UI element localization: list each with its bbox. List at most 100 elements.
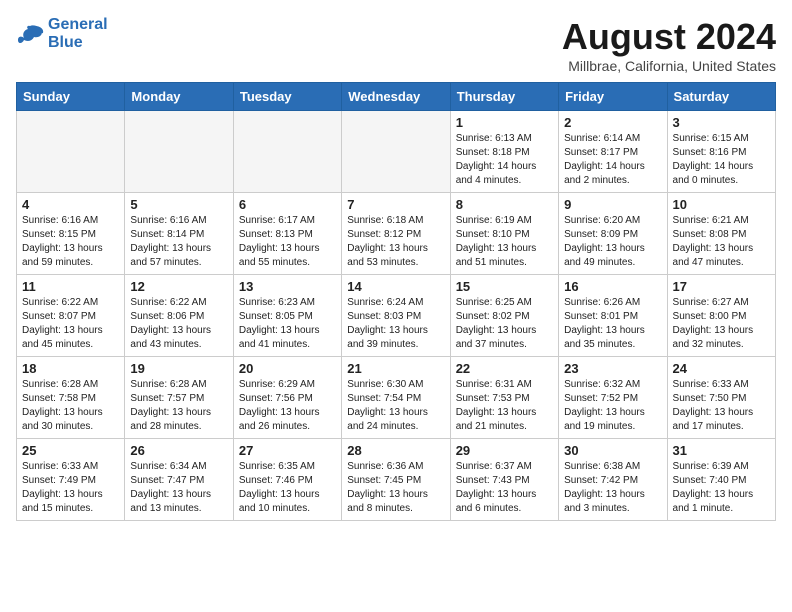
calendar-cell: [125, 111, 233, 193]
calendar-cell: 14Sunrise: 6:24 AM Sunset: 8:03 PM Dayli…: [342, 275, 450, 357]
calendar-week-row: 18 Sunrise: 6:28 AM Sunset: 7:58 PM Dayli…: [17, 357, 776, 439]
calendar-cell: 19Sunrise: 6:28 AM Sunset: 7:57 PM Dayli…: [125, 357, 233, 439]
calendar-cell: 18 Sunrise: 6:28 AM Sunset: 7:58 PM Dayli…: [17, 357, 125, 439]
day-info: Sunrise: 6:22 AM Sunset: 8:07 PM Dayligh…: [22, 296, 119, 352]
day-info: Sunrise: 6:36 AM Sunset: 7:45 PM Dayligh…: [347, 460, 444, 516]
day-info: Sunrise: 6:28 AM Sunset: 7:58 PM Dayligh…: [22, 378, 119, 434]
day-info: Sunrise: 6:24 AM Sunset: 8:03 PM Dayligh…: [347, 296, 444, 352]
calendar-cell: 5 Sunrise: 6:16 AM Sunset: 8:14 PM Daylig…: [125, 193, 233, 275]
calendar-cell: 20 Sunrise: 6:29 AM Sunset: 7:56 PM Dayli…: [233, 357, 341, 439]
day-info: Sunrise: 6:21 AM Sunset: 8:08 PM Dayligh…: [673, 214, 770, 270]
day-info: Sunrise: 6:37 AM Sunset: 7:43 PM Dayligh…: [456, 460, 553, 516]
calendar-week-row: 1 Sunrise: 6:13 AM Sunset: 8:18 PM Daylig…: [17, 111, 776, 193]
day-info: Sunrise: 6:34 AM Sunset: 7:47 PM Dayligh…: [130, 460, 227, 516]
day-number: 21: [347, 361, 444, 376]
calendar-cell: 28Sunrise: 6:36 AM Sunset: 7:45 PM Dayli…: [342, 439, 450, 521]
day-info: Sunrise: 6:15 AM Sunset: 8:16 PM Dayligh…: [673, 132, 770, 188]
calendar-cell: 30Sunrise: 6:38 AM Sunset: 7:42 PM Dayli…: [559, 439, 667, 521]
day-info: Sunrise: 6:14 AM Sunset: 8:17 PM Dayligh…: [564, 132, 661, 188]
day-info: Sunrise: 6:31 AM Sunset: 7:53 PM Dayligh…: [456, 378, 553, 434]
day-number: 8: [456, 197, 553, 212]
day-number: 23: [564, 361, 661, 376]
day-number: 18: [22, 361, 119, 376]
day-number: 15: [456, 279, 553, 294]
page-header: General Blue August 2024 Millbrae, Calif…: [16, 16, 776, 74]
calendar-cell: 29 Sunrise: 6:37 AM Sunset: 7:43 PM Dayli…: [450, 439, 558, 521]
calendar-cell: 26Sunrise: 6:34 AM Sunset: 7:47 PM Dayli…: [125, 439, 233, 521]
day-info: Sunrise: 6:16 AM Sunset: 8:14 PM Dayligh…: [130, 214, 227, 270]
day-number: 20: [239, 361, 336, 376]
weekday-header: Tuesday: [233, 83, 341, 111]
calendar-week-row: 25 Sunrise: 6:33 AM Sunset: 7:49 PM Dayli…: [17, 439, 776, 521]
calendar-cell: [342, 111, 450, 193]
day-info: Sunrise: 6:18 AM Sunset: 8:12 PM Dayligh…: [347, 214, 444, 270]
logo-blue: Blue: [48, 34, 108, 52]
calendar-cell: [17, 111, 125, 193]
calendar-cell: 3 Sunrise: 6:15 AM Sunset: 8:16 PM Daylig…: [667, 111, 775, 193]
day-number: 31: [673, 443, 770, 458]
day-number: 2: [564, 115, 661, 130]
day-number: 25: [22, 443, 119, 458]
day-number: 11: [22, 279, 119, 294]
day-number: 16: [564, 279, 661, 294]
location-text: Millbrae, California, United States: [562, 58, 776, 74]
day-info: Sunrise: 6:33 AM Sunset: 7:50 PM Dayligh…: [673, 378, 770, 434]
calendar-cell: 27Sunrise: 6:35 AM Sunset: 7:46 PM Dayli…: [233, 439, 341, 521]
day-info: Sunrise: 6:33 AM Sunset: 7:49 PM Dayligh…: [22, 460, 119, 516]
calendar-cell: 15 Sunrise: 6:25 AM Sunset: 8:02 PM Dayli…: [450, 275, 558, 357]
day-info: Sunrise: 6:28 AM Sunset: 7:57 PM Dayligh…: [130, 378, 227, 434]
day-number: 22: [456, 361, 553, 376]
calendar-cell: [233, 111, 341, 193]
calendar-cell: 16Sunrise: 6:26 AM Sunset: 8:01 PM Dayli…: [559, 275, 667, 357]
day-number: 10: [673, 197, 770, 212]
logo-text: General Blue: [48, 16, 108, 51]
day-number: 29: [456, 443, 553, 458]
day-info: Sunrise: 6:23 AM Sunset: 8:05 PM Dayligh…: [239, 296, 336, 352]
day-info: Sunrise: 6:13 AM Sunset: 8:18 PM Dayligh…: [456, 132, 553, 188]
day-info: Sunrise: 6:27 AM Sunset: 8:00 PM Dayligh…: [673, 296, 770, 352]
day-number: 3: [673, 115, 770, 130]
day-info: Sunrise: 6:29 AM Sunset: 7:56 PM Dayligh…: [239, 378, 336, 434]
calendar-cell: 6Sunrise: 6:17 AM Sunset: 8:13 PM Daylig…: [233, 193, 341, 275]
calendar-cell: 12Sunrise: 6:22 AM Sunset: 8:06 PM Dayli…: [125, 275, 233, 357]
logo: General Blue: [16, 16, 108, 51]
title-area: August 2024 Millbrae, California, United…: [562, 16, 776, 74]
calendar-cell: 13Sunrise: 6:23 AM Sunset: 8:05 PM Dayli…: [233, 275, 341, 357]
weekday-header: Thursday: [450, 83, 558, 111]
day-info: Sunrise: 6:30 AM Sunset: 7:54 PM Dayligh…: [347, 378, 444, 434]
calendar-header-row: SundayMondayTuesdayWednesdayThursdayFrid…: [17, 83, 776, 111]
calendar-cell: 4 Sunrise: 6:16 AM Sunset: 8:15 PM Daylig…: [17, 193, 125, 275]
day-info: Sunrise: 6:38 AM Sunset: 7:42 PM Dayligh…: [564, 460, 661, 516]
day-number: 9: [564, 197, 661, 212]
day-number: 7: [347, 197, 444, 212]
weekday-header: Sunday: [17, 83, 125, 111]
calendar-week-row: 11 Sunrise: 6:22 AM Sunset: 8:07 PM Dayli…: [17, 275, 776, 357]
calendar-cell: 23Sunrise: 6:32 AM Sunset: 7:52 PM Dayli…: [559, 357, 667, 439]
day-number: 27: [239, 443, 336, 458]
day-number: 4: [22, 197, 119, 212]
calendar-cell: 10 Sunrise: 6:21 AM Sunset: 8:08 PM Dayli…: [667, 193, 775, 275]
calendar-cell: 2 Sunrise: 6:14 AM Sunset: 8:17 PM Daylig…: [559, 111, 667, 193]
calendar-cell: 22 Sunrise: 6:31 AM Sunset: 7:53 PM Dayli…: [450, 357, 558, 439]
weekday-header: Friday: [559, 83, 667, 111]
day-info: Sunrise: 6:16 AM Sunset: 8:15 PM Dayligh…: [22, 214, 119, 270]
weekday-header: Monday: [125, 83, 233, 111]
calendar-cell: 21 Sunrise: 6:30 AM Sunset: 7:54 PM Dayli…: [342, 357, 450, 439]
month-title: August 2024: [562, 16, 776, 58]
calendar-cell: 11 Sunrise: 6:22 AM Sunset: 8:07 PM Dayli…: [17, 275, 125, 357]
day-number: 12: [130, 279, 227, 294]
calendar-week-row: 4 Sunrise: 6:16 AM Sunset: 8:15 PM Daylig…: [17, 193, 776, 275]
calendar-cell: 1 Sunrise: 6:13 AM Sunset: 8:18 PM Daylig…: [450, 111, 558, 193]
day-info: Sunrise: 6:25 AM Sunset: 8:02 PM Dayligh…: [456, 296, 553, 352]
calendar-cell: 25 Sunrise: 6:33 AM Sunset: 7:49 PM Dayli…: [17, 439, 125, 521]
calendar-cell: 7 Sunrise: 6:18 AM Sunset: 8:12 PM Daylig…: [342, 193, 450, 275]
weekday-header: Saturday: [667, 83, 775, 111]
calendar-cell: 24 Sunrise: 6:33 AM Sunset: 7:50 PM Dayli…: [667, 357, 775, 439]
day-number: 5: [130, 197, 227, 212]
day-number: 6: [239, 197, 336, 212]
logo-general: General: [48, 16, 108, 33]
day-number: 24: [673, 361, 770, 376]
day-info: Sunrise: 6:19 AM Sunset: 8:10 PM Dayligh…: [456, 214, 553, 270]
day-number: 17: [673, 279, 770, 294]
day-number: 1: [456, 115, 553, 130]
